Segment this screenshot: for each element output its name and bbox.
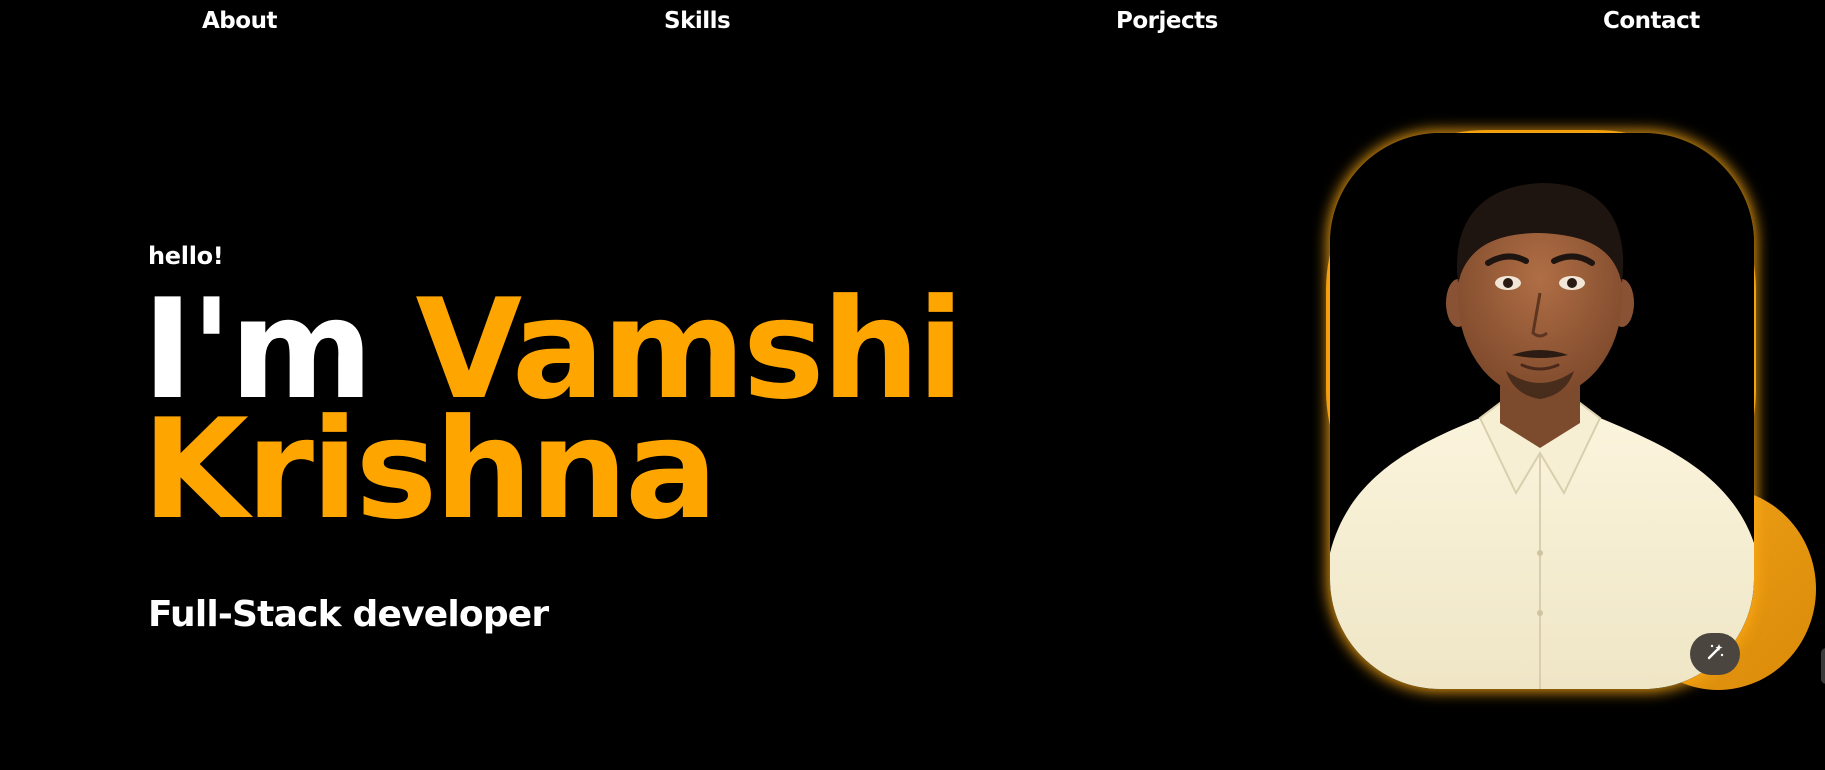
role-subtitle: Full-Stack developer	[148, 594, 549, 635]
nav-link-about[interactable]: About	[202, 8, 277, 34]
greeting-text: hello!	[148, 242, 224, 270]
nav-link-projects[interactable]: Porjects	[1116, 8, 1218, 34]
portrait-illustration	[1330, 133, 1754, 689]
top-navigation: About Skills Porjects Contact	[0, 0, 1825, 50]
side-scroll-handle[interactable]	[1821, 648, 1825, 684]
portfolio-page: About Skills Porjects Contact hello! I'm…	[0, 0, 1825, 770]
hero-headline: I'm Vamshi Krishna	[142, 281, 964, 539]
magic-wand-icon	[1705, 642, 1725, 666]
nav-link-skills[interactable]: Skills	[664, 8, 731, 34]
profile-photo	[1330, 133, 1754, 689]
nav-link-contact[interactable]: Contact	[1603, 8, 1700, 34]
magic-edit-button[interactable]	[1690, 633, 1740, 675]
